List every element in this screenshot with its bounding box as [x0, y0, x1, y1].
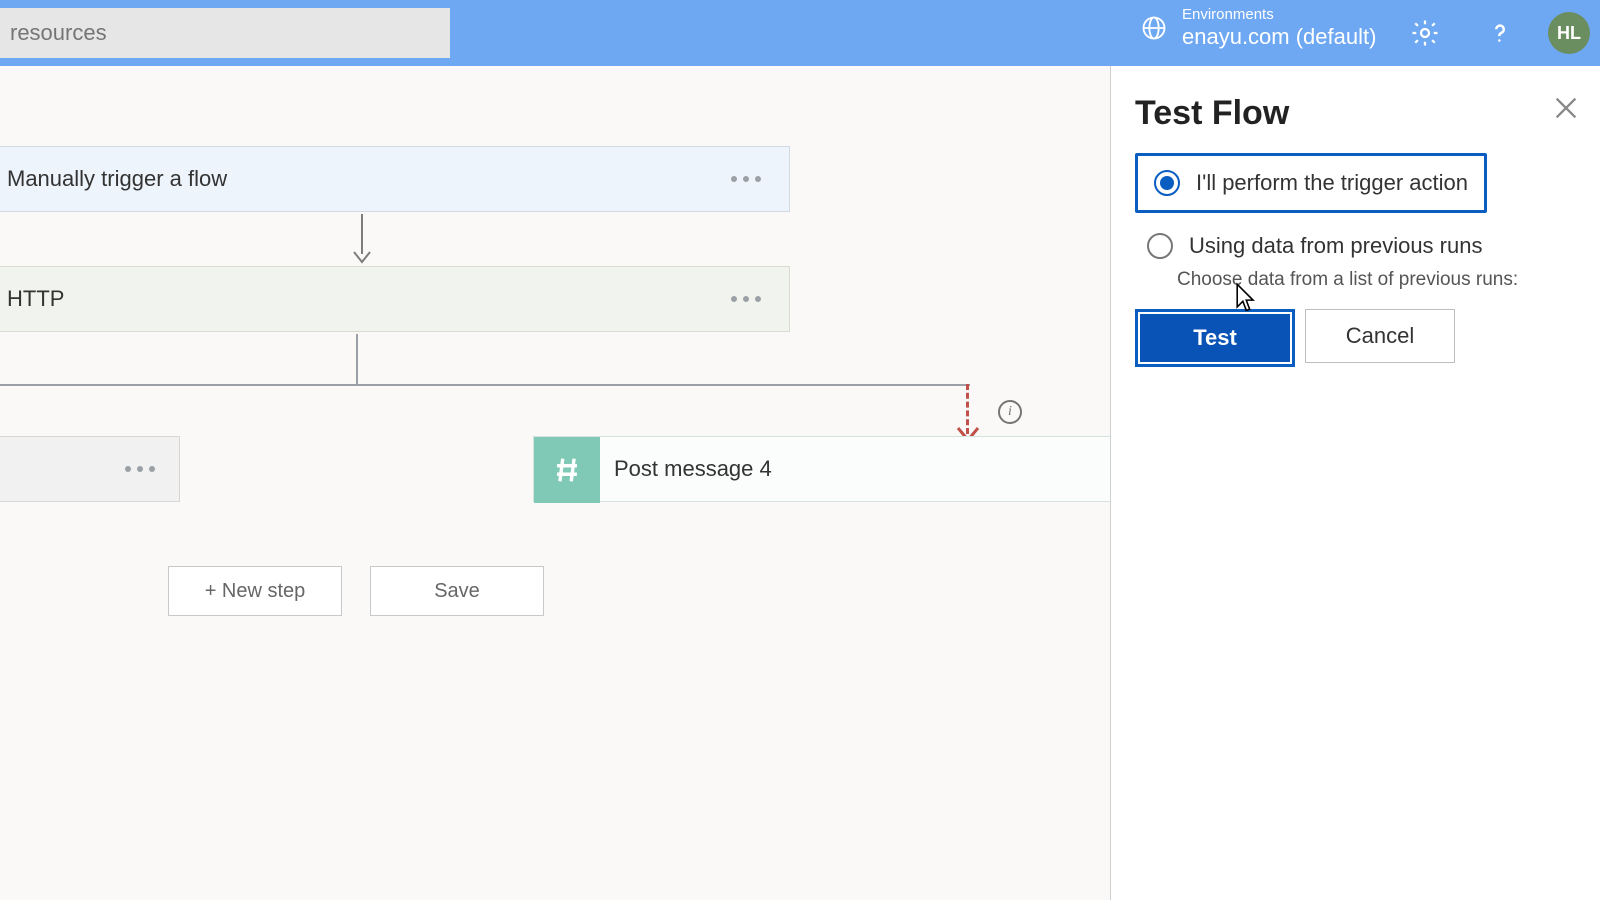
cancel-button[interactable]: Cancel [1305, 309, 1455, 363]
trigger-card-label: Manually trigger a flow [7, 166, 227, 192]
test-button[interactable]: Test [1140, 314, 1290, 362]
radio-perform-trigger[interactable]: I'll perform the trigger action [1142, 160, 1480, 206]
environment-switcher[interactable]: Environments enayu.com (default) [1140, 6, 1376, 50]
connector-line [0, 384, 970, 386]
app-header: Environments enayu.com (default) HL [0, 0, 1600, 66]
connector-arrow-icon [352, 214, 372, 270]
test-button-highlight: Test [1135, 309, 1295, 367]
radio-option-highlighted: I'll perform the trigger action [1135, 153, 1487, 213]
http-card-label: HTTP [7, 286, 64, 312]
http-card[interactable]: HTTP [0, 266, 790, 332]
card-menu-button[interactable] [125, 437, 155, 501]
trigger-card[interactable]: Manually trigger a flow [0, 146, 790, 212]
new-step-button[interactable]: + New step [168, 566, 342, 616]
environment-label: Environments [1182, 6, 1376, 24]
radio-unselected-icon [1147, 233, 1173, 259]
globe-icon [1140, 14, 1168, 42]
search-input[interactable] [0, 8, 450, 58]
post-message-card[interactable]: Post message 4 [533, 436, 1173, 502]
post-message-card-label: Post message 4 [614, 456, 772, 482]
radio-option-label: Using data from previous runs [1189, 233, 1482, 259]
test-flow-panel: Test Flow I'll perform the trigger actio… [1110, 66, 1600, 900]
panel-title: Test Flow [1135, 94, 1576, 133]
radio-previous-runs[interactable]: Using data from previous runs [1135, 223, 1576, 269]
avatar[interactable]: HL [1548, 12, 1590, 54]
close-icon[interactable] [1552, 94, 1580, 122]
connector-line [356, 334, 358, 384]
save-button[interactable]: Save [370, 566, 544, 616]
environment-name: enayu.com (default) [1182, 24, 1376, 50]
avatar-initials: HL [1557, 23, 1581, 44]
radio-option-label: I'll perform the trigger action [1196, 170, 1468, 196]
branch-card[interactable] [0, 436, 180, 502]
info-icon[interactable]: i [998, 400, 1022, 424]
card-menu-button[interactable] [731, 147, 761, 211]
radio-selected-icon [1154, 170, 1180, 196]
radio-subnote: Choose data from a list of previous runs… [1177, 269, 1576, 291]
gear-icon[interactable] [1410, 18, 1440, 48]
card-menu-button[interactable] [731, 267, 761, 331]
help-icon[interactable] [1485, 18, 1515, 48]
slack-hash-icon [534, 437, 600, 503]
